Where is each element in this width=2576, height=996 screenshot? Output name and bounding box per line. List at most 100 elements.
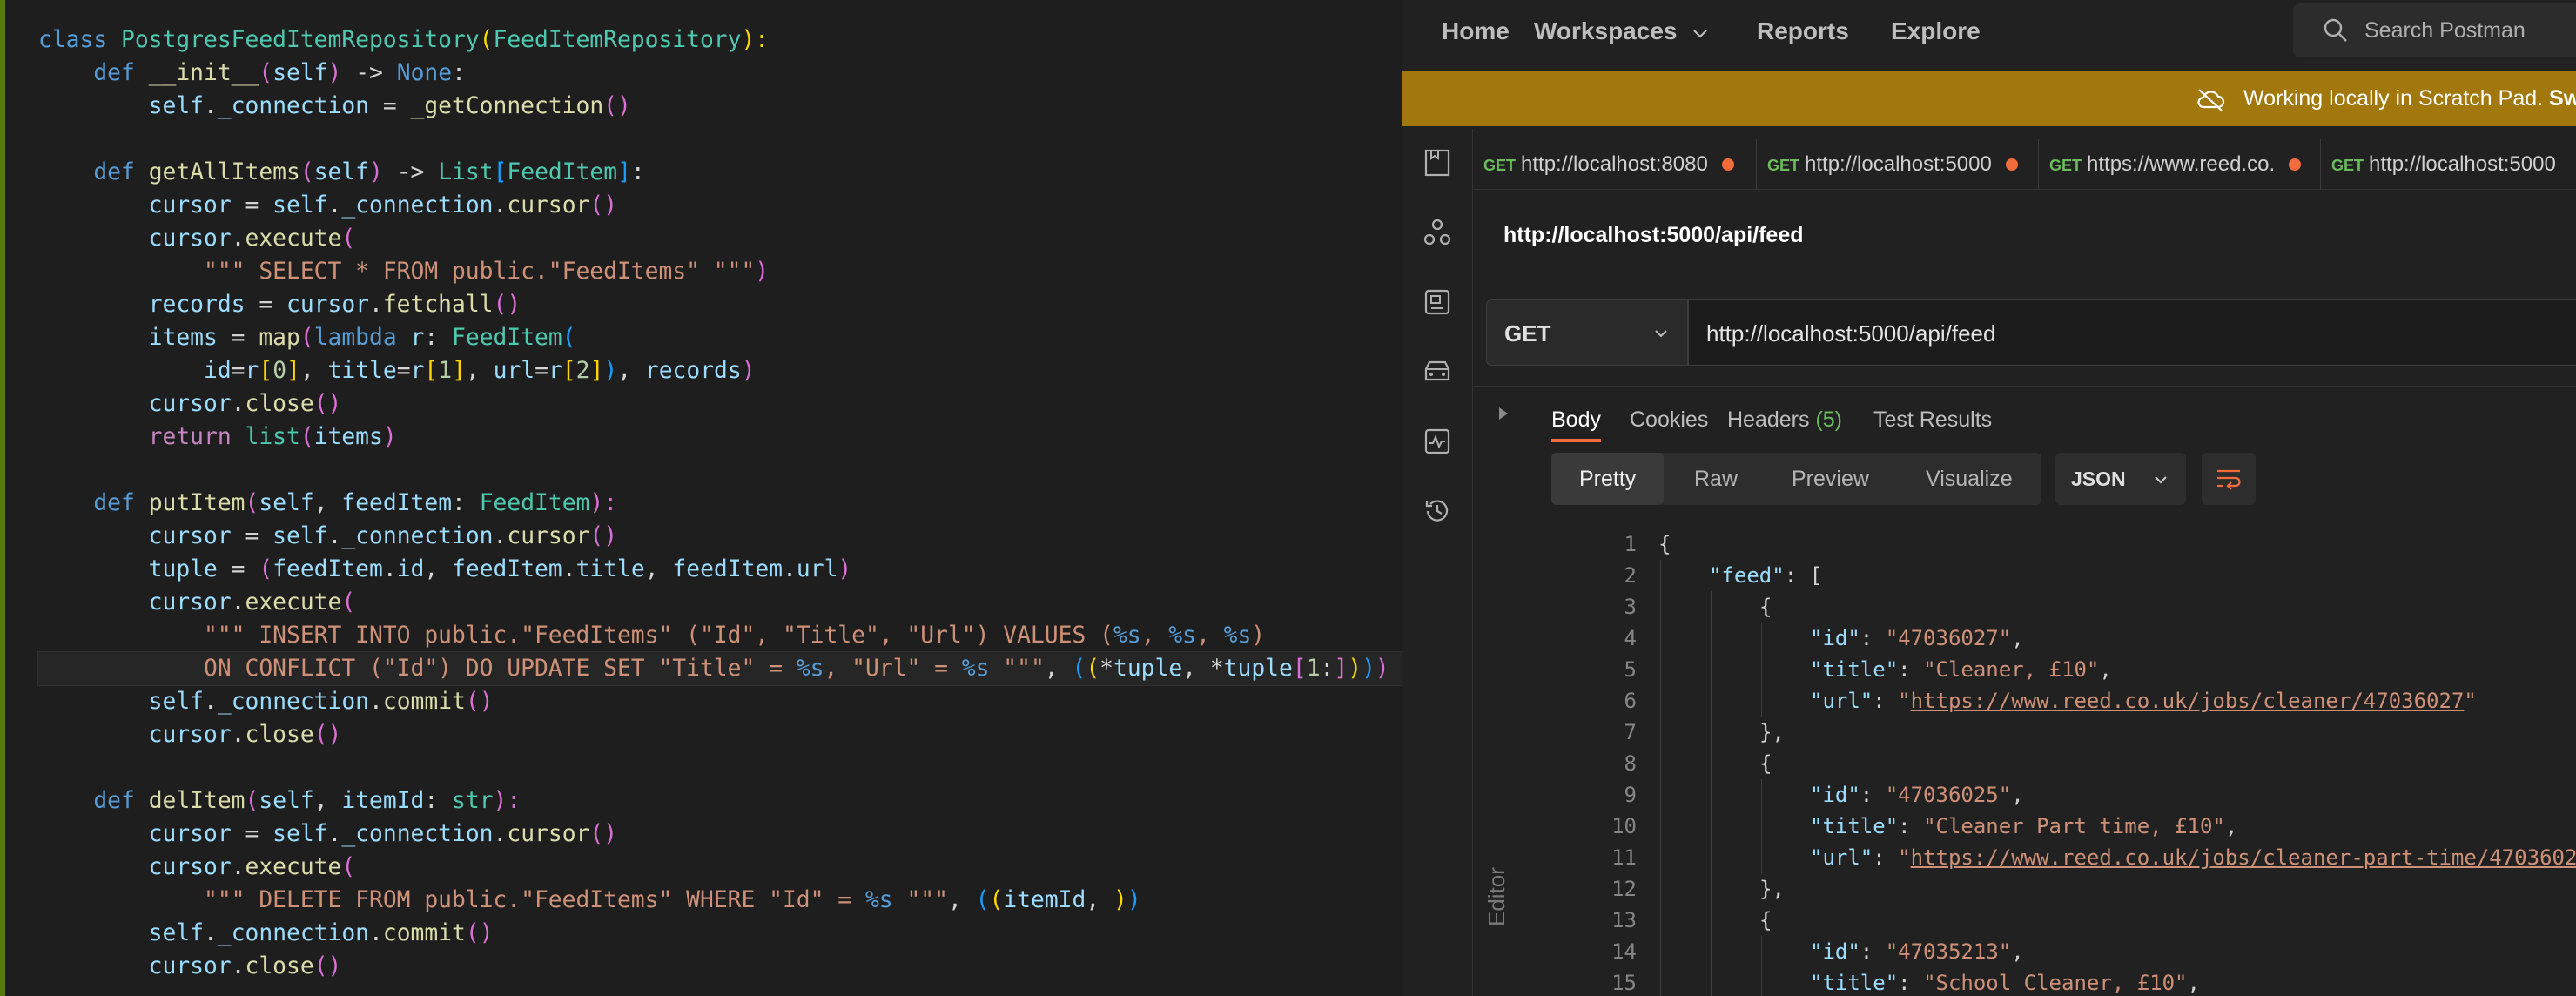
- code-line[interactable]: self._connection = _getConnection(): [38, 90, 1402, 123]
- code-line[interactable]: return list(items): [38, 421, 1402, 454]
- code-line[interactable]: cursor = self._connection.cursor(): [38, 520, 1402, 553]
- json-token: "url": [1810, 845, 1873, 870]
- code-token: ]: [452, 358, 466, 384]
- code-line[interactable]: [38, 454, 1402, 487]
- code-line[interactable]: [38, 751, 1402, 784]
- language-select[interactable]: JSON: [2055, 453, 2186, 505]
- nav-explore[interactable]: Explore: [1891, 0, 1981, 63]
- code-line[interactable]: cursor.execute(: [38, 851, 1402, 884]
- wrap-lines-button[interactable]: [2202, 453, 2256, 505]
- search-box[interactable]: Search Postman: [2293, 3, 2576, 57]
- json-token: :: [1873, 689, 1899, 713]
- indent-guide: [1711, 654, 1712, 685]
- request-title[interactable]: http://localhost:5000/api/feed: [1503, 223, 1804, 248]
- json-text: "title": "Cleaner Part time, £10",: [1810, 811, 2237, 842]
- apis-icon[interactable]: [1423, 218, 1452, 247]
- code-token: :: [424, 788, 453, 814]
- json-token: "title": [1810, 971, 1899, 995]
- tab-test-results[interactable]: Test Results: [1873, 397, 1992, 442]
- code-line[interactable]: class PostgresFeedItemRepository(FeedIte…: [38, 24, 1402, 57]
- tab-headers[interactable]: Headers (5): [1727, 397, 1842, 442]
- code-line[interactable]: cursor = self._connection.cursor(): [38, 818, 1402, 851]
- code-token: tuple: [1113, 656, 1183, 682]
- code-token: ): [1362, 656, 1375, 682]
- code-line[interactable]: cursor.close(): [38, 387, 1402, 421]
- tab-body[interactable]: Body: [1551, 397, 1601, 442]
- code-line[interactable]: """ DELETE FROM public."FeedItems" WHERE…: [38, 884, 1402, 917]
- collections-icon[interactable]: [1423, 148, 1452, 178]
- code-token: (): [313, 953, 342, 979]
- code-token: .: [327, 523, 342, 549]
- json-link[interactable]: https://www.reed.co.uk/jobs/cleaner-part…: [1911, 845, 2576, 870]
- code-line[interactable]: cursor.execute(: [38, 222, 1402, 255]
- nav-home[interactable]: Home: [1442, 0, 1510, 63]
- nav-workspaces[interactable]: Workspaces: [1534, 0, 1710, 63]
- code-token: r: [245, 358, 259, 384]
- nav-reports[interactable]: Reports: [1757, 0, 1849, 63]
- code-line[interactable]: items = map(lambda r: FeedItem(: [38, 321, 1402, 354]
- request-tab[interactable]: GET https://www.reed.co.: [2039, 139, 2321, 190]
- format-visualize[interactable]: Visualize: [1926, 453, 2013, 505]
- code-line[interactable]: def delItem(self, itemId: str):: [38, 784, 1402, 818]
- request-tab[interactable]: GET http://localhost:8080: [1473, 139, 1757, 190]
- code-line[interactable]: records = cursor.fetchall(): [38, 288, 1402, 321]
- code-token: getAllItems: [148, 159, 300, 185]
- json-line: 7},: [1473, 717, 2576, 748]
- code-line[interactable]: def putItem(self, feedItem: FeedItem):: [38, 487, 1402, 520]
- monitors-icon[interactable]: [1423, 427, 1452, 456]
- url-input[interactable]: http://localhost:5000/api/feed: [1688, 299, 2576, 366]
- code-line[interactable]: def __init__(self) -> None:: [38, 57, 1402, 90]
- code-token: %s: [1168, 622, 1196, 649]
- code-token: =: [535, 358, 548, 384]
- code-line[interactable]: """ INSERT INTO public."FeedItems" ("Id"…: [38, 619, 1402, 652]
- mock-servers-icon[interactable]: [1423, 357, 1452, 387]
- code-token: ): [382, 424, 397, 450]
- indent-guide: [1761, 622, 1762, 654]
- history-icon[interactable]: [1423, 496, 1452, 526]
- code-line[interactable]: cursor.close(): [38, 718, 1402, 751]
- code-line[interactable]: def getAllItems(self) -> List[FeedItem]:: [38, 156, 1402, 189]
- code-line[interactable]: self._connection.commit(): [38, 917, 1402, 950]
- code-line[interactable]: [38, 123, 1402, 156]
- request-tab[interactable]: GET http://localhost:5000: [1757, 139, 2039, 190]
- code-token: return: [148, 424, 245, 450]
- code-line[interactable]: cursor.execute(: [38, 586, 1402, 619]
- code-token: =: [231, 523, 273, 549]
- code-editor[interactable]: class PostgresFeedItemRepository(FeedIte…: [0, 0, 1402, 996]
- code-area[interactable]: class PostgresFeedItemRepository(FeedIte…: [37, 24, 1402, 983]
- code-line[interactable]: id=r[0], title=r[1], url=r[2]), records): [38, 354, 1402, 387]
- format-pretty[interactable]: Pretty: [1551, 453, 1665, 505]
- code-line[interactable]: """ SELECT * FROM public."FeedItems" """…: [38, 255, 1402, 288]
- code-token: ): [1348, 656, 1362, 682]
- switch-link[interactable]: Switch: [2549, 86, 2576, 111]
- json-link[interactable]: https://www.reed.co.uk/jobs/cleaner/4703…: [1911, 689, 2465, 713]
- json-line: 8{: [1473, 748, 2576, 779]
- indent-guide: [1761, 654, 1762, 685]
- response-body[interactable]: 1{2 "feed": [3{4 "id": "47036027", 5 "title"…: [1473, 528, 2576, 996]
- code-token: %s: [1113, 622, 1141, 649]
- code-line[interactable]: self._connection.commit(): [38, 685, 1402, 718]
- format-raw[interactable]: Raw: [1694, 453, 1738, 505]
- code-line[interactable]: ON CONFLICT ("Id") DO UPDATE SET "Title"…: [37, 651, 1402, 686]
- json-token: "47036025": [1885, 783, 2012, 807]
- tab-cookies[interactable]: Cookies: [1630, 397, 1708, 442]
- json-token: "title": [1810, 657, 1899, 682]
- code-token: feedItem: [341, 490, 453, 516]
- code-token: (: [989, 887, 1004, 913]
- line-number: 8: [1624, 751, 1637, 776]
- code-line[interactable]: cursor = self._connection.cursor(): [38, 189, 1402, 222]
- code-line[interactable]: cursor.close(): [38, 950, 1402, 983]
- tab-url: http://localhost:8080: [1521, 152, 1708, 176]
- format-preview[interactable]: Preview: [1792, 453, 1869, 505]
- method-select[interactable]: GET: [1486, 299, 1688, 366]
- request-tab[interactable]: GET http://localhost:5000: [2321, 139, 2576, 190]
- code-token: (: [341, 225, 356, 252]
- expand-triangle-icon[interactable]: [1499, 407, 1508, 420]
- search-icon: [2324, 18, 2347, 42]
- environments-icon[interactable]: [1423, 287, 1452, 317]
- code-line[interactable]: tuple = (feedItem.id, feedItem.title, fe…: [38, 553, 1402, 586]
